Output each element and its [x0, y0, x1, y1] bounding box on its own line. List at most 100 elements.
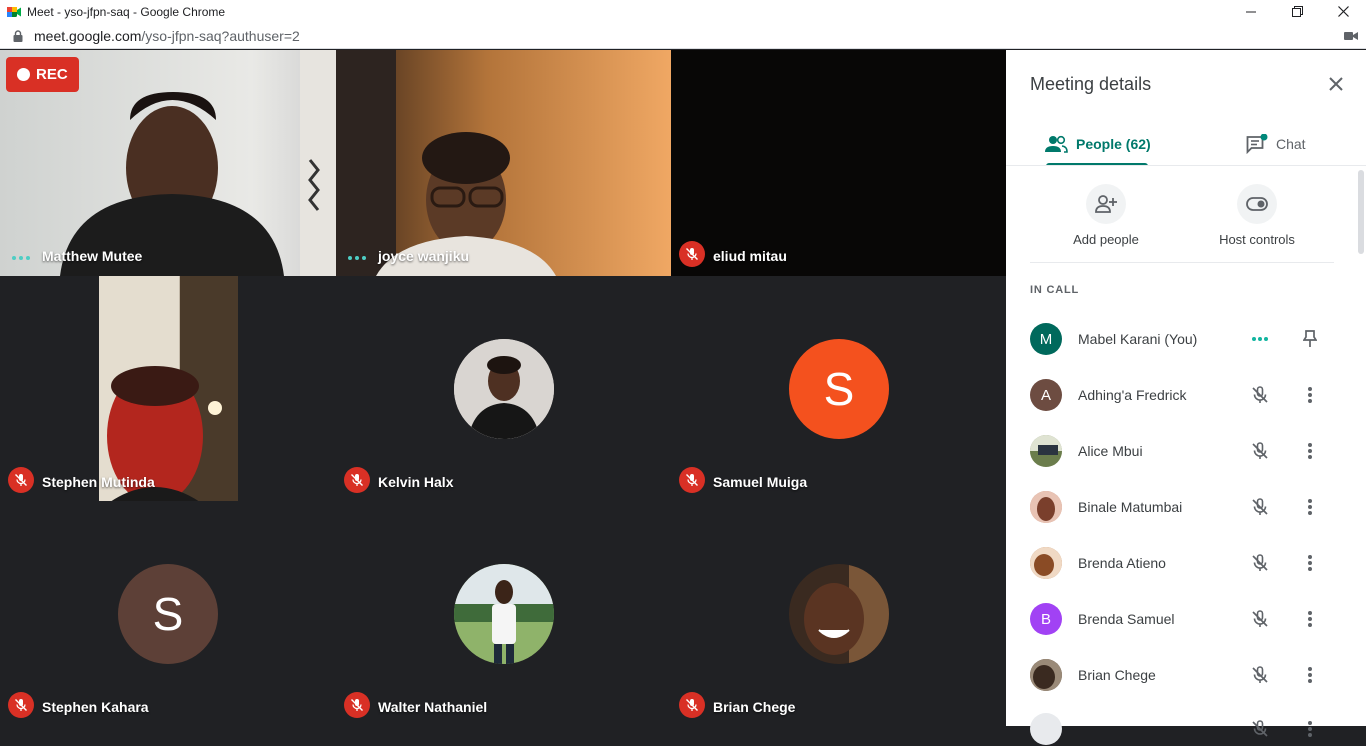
video-tile[interactable]: Kelvin Halx: [336, 276, 672, 502]
participant-name: Stephen Mutinda: [42, 474, 155, 490]
pin-icon: [1303, 330, 1317, 347]
participant-name: Mabel Karani (You): [1078, 331, 1198, 347]
panel-tabs: People (62) Chat: [1006, 122, 1366, 166]
participant-name: Brenda Atieno: [1078, 555, 1166, 571]
participant-row[interactable]: Alice Mbui: [1030, 434, 1340, 468]
people-icon: [1044, 135, 1068, 153]
mic-off-icon: [1248, 663, 1272, 687]
meet-favicon-icon: [7, 5, 21, 19]
video-tile[interactable]: S Samuel Muiga: [671, 276, 1007, 502]
participant-name: Alice Mbui: [1078, 443, 1143, 459]
more-vert-icon: [1308, 721, 1312, 737]
url-text[interactable]: meet.google.com/yso-jfpn-saq?authuser=2: [34, 28, 300, 44]
restore-button[interactable]: [1274, 0, 1320, 23]
speaking-indicator-icon: [12, 256, 30, 260]
participant-row[interactable]: Binale Matumbai: [1030, 490, 1340, 524]
participant-name: Kelvin Halx: [378, 474, 454, 490]
minimize-button[interactable]: [1228, 0, 1274, 23]
video-tile[interactable]: Brian Chege: [671, 501, 1007, 727]
host-controls-label: Host controls: [1219, 232, 1295, 247]
participant-row[interactable]: [1030, 712, 1340, 746]
initial-avatar: S: [118, 564, 218, 664]
video-tile[interactable]: Walter Nathaniel: [336, 501, 672, 727]
participant-name: Brenda Samuel: [1078, 611, 1175, 627]
camera-icon[interactable]: [1344, 29, 1358, 47]
browser-title-bar: Meet - yso-jfpn-saq - Google Chrome: [0, 0, 1366, 23]
mic-off-icon: [1248, 607, 1272, 631]
more-options-button[interactable]: [1298, 551, 1322, 575]
mic-off-icon: [8, 692, 34, 718]
tab-people[interactable]: People (62): [1044, 122, 1151, 166]
video-tile[interactable]: joyce wanjiku: [336, 50, 672, 276]
close-window-button[interactable]: [1320, 0, 1366, 23]
profile-photo: [454, 339, 554, 439]
mic-off-icon: [1248, 439, 1272, 463]
window-controls: [1228, 0, 1366, 23]
mic-off-icon: [1248, 383, 1272, 407]
profile-photo: [789, 564, 889, 664]
more-options-button[interactable]: [1298, 663, 1322, 687]
more-options-button[interactable]: [1298, 383, 1322, 407]
record-dot-icon: [17, 68, 30, 81]
panel-title: Meeting details: [1030, 74, 1152, 94]
pin-button[interactable]: [1298, 327, 1322, 351]
participant-name: eliud mitau: [713, 248, 787, 264]
close-icon: [1329, 77, 1343, 91]
mic-off-icon: [344, 692, 370, 718]
close-panel-button[interactable]: [1324, 72, 1348, 96]
avatar: A: [1030, 379, 1062, 411]
more-options-button[interactable]: [1298, 717, 1322, 741]
participant-name: Matthew Mutee: [42, 248, 143, 264]
divider: [1006, 165, 1366, 166]
mic-off-icon: [8, 467, 34, 493]
participant-video: [336, 50, 672, 276]
host-controls-button[interactable]: Host controls: [1197, 184, 1317, 247]
speaking-indicator-icon: [1252, 337, 1268, 341]
in-call-section-label: IN CALL: [1030, 284, 1079, 296]
video-tile[interactable]: S Stephen Kahara: [0, 501, 336, 727]
mic-off-icon: [1248, 717, 1272, 741]
mic-off-icon: [679, 241, 705, 267]
participant-row[interactable]: M Mabel Karani (You): [1030, 322, 1340, 356]
participant-row[interactable]: B Brenda Samuel: [1030, 602, 1340, 636]
address-bar[interactable]: meet.google.com/yso-jfpn-saq?authuser=2: [0, 23, 1366, 49]
more-options-button[interactable]: [1298, 495, 1322, 519]
video-tile[interactable]: Stephen Mutinda: [0, 276, 336, 502]
participant-name: Brian Chege: [713, 699, 796, 715]
participant-name: Adhing'a Fredrick: [1078, 387, 1187, 403]
participant-name: Binale Matumbai: [1078, 499, 1183, 515]
participant-name: Walter Nathaniel: [378, 699, 488, 715]
lock-icon[interactable]: [12, 29, 24, 43]
url-host: meet.google.com: [34, 27, 142, 44]
participant-row[interactable]: A Adhing'a Fredrick: [1030, 378, 1340, 412]
recording-label: REC: [36, 66, 68, 83]
avatar: [1030, 491, 1062, 523]
mic-off-icon: [1248, 495, 1272, 519]
more-options-button[interactable]: [1298, 439, 1322, 463]
participant-row[interactable]: Brian Chege: [1030, 658, 1340, 692]
more-vert-icon: [1308, 555, 1312, 571]
avatar: M: [1030, 323, 1062, 355]
participant-name: Stephen Kahara: [42, 699, 149, 715]
add-people-button[interactable]: Add people: [1046, 184, 1166, 247]
mic-off-icon: [679, 467, 705, 493]
more-options-button[interactable]: [1298, 607, 1322, 631]
meeting-details-panel: Meeting details People (62) Chat Add peo…: [1006, 50, 1366, 745]
participant-name: Samuel Muiga: [713, 474, 808, 490]
profile-photo: [454, 564, 554, 664]
window-title: Meet - yso-jfpn-saq - Google Chrome: [27, 4, 226, 19]
add-people-label: Add people: [1073, 232, 1139, 247]
tab-chat[interactable]: Chat: [1246, 122, 1306, 166]
recording-badge: REC: [6, 57, 79, 92]
participant-name: joyce wanjiku: [378, 248, 470, 264]
participant-row[interactable]: Brenda Atieno: [1030, 546, 1340, 580]
more-vert-icon: [1308, 499, 1312, 515]
video-tile[interactable]: eliud mitau: [671, 50, 1007, 276]
participant-video: [0, 276, 336, 502]
url-path: /yso-jfpn-saq?authuser=2: [141, 27, 300, 44]
scrollbar[interactable]: [1358, 170, 1364, 254]
mic-off-icon: [1248, 551, 1272, 575]
avatar: [1030, 659, 1062, 691]
initial-avatar: S: [789, 339, 889, 439]
mic-off-icon: [679, 692, 705, 718]
